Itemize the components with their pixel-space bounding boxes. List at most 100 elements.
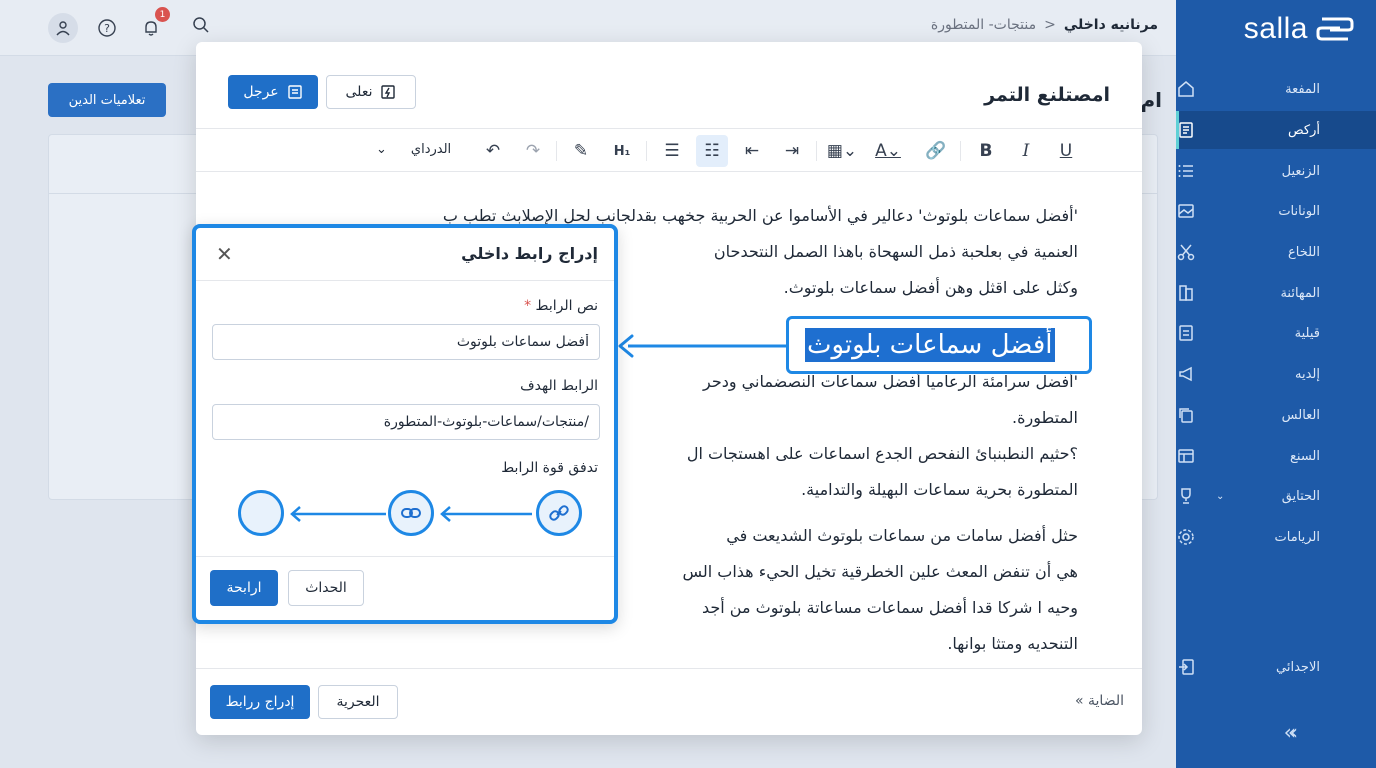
breadcrumb-separator: <: [1044, 17, 1056, 33]
save-icon: [287, 85, 302, 99]
help-icon: ?: [98, 19, 116, 37]
sidebar-item-settings[interactable]: الريامات: [1176, 518, 1376, 556]
paragraph-line: التنحديه ومتثا بوانها.: [947, 634, 1078, 653]
clear-format-button[interactable]: ✎: [565, 135, 597, 167]
close-icon[interactable]: ✕: [216, 242, 233, 266]
text-color-icon: A⌄: [875, 141, 901, 161]
document-icon: [1176, 120, 1196, 140]
sidebar-item-logout[interactable]: الاجدائي: [1176, 648, 1376, 686]
logo-text: salla: [1243, 12, 1308, 45]
chevron-down-icon[interactable]: ⌄: [1216, 491, 1224, 502]
background-page-title: ام: [1140, 88, 1162, 112]
sidebar-item-list[interactable]: الزنعيل: [1176, 152, 1376, 190]
background-action-button[interactable]: تعلاميات الدين: [48, 83, 166, 117]
scissors-icon: [1176, 242, 1196, 262]
user-icon: [56, 21, 70, 36]
font-select-value: الدرداي: [410, 142, 452, 157]
user-avatar[interactable]: [48, 13, 78, 43]
required-mark: *: [524, 298, 532, 314]
underline-icon: U: [1059, 141, 1073, 161]
footer-back-link[interactable]: الضاية »: [1075, 693, 1124, 709]
copy-icon: [1176, 405, 1196, 425]
flow-arrow-icon: [290, 506, 386, 522]
sidebar-item-media[interactable]: الونانات: [1176, 192, 1376, 230]
flow-target-node: [238, 490, 284, 536]
text-color-button[interactable]: A⌄: [872, 135, 904, 167]
underline-button[interactable]: U: [1050, 135, 1082, 167]
sidebar-item-marketing[interactable]: إلديه: [1176, 355, 1376, 393]
sidebar-item-reports[interactable]: المهائنة: [1176, 274, 1376, 312]
preview-button[interactable]: نعلى: [326, 75, 416, 109]
redo-button[interactable]: ↷: [517, 135, 549, 167]
redo-icon: ↷: [525, 141, 541, 161]
breadcrumb-parent[interactable]: منتجات- المتطورة: [931, 17, 1036, 33]
link-button[interactable]: 🔗: [920, 135, 952, 167]
bullet-list-icon: ☰: [664, 141, 680, 161]
image-icon: [1176, 201, 1196, 221]
search-icon: [193, 17, 209, 33]
italic-button[interactable]: I: [1010, 135, 1042, 167]
table-icon: ▦⌄: [826, 141, 858, 161]
chain-link-icon: [549, 505, 569, 521]
font-select[interactable]: الدرداي ⌄: [376, 142, 451, 157]
bold-button[interactable]: B: [970, 135, 1002, 167]
save-button[interactable]: عرجل: [228, 75, 318, 109]
indent-increase-button[interactable]: ⇥: [776, 135, 808, 167]
page-icon: [1176, 323, 1196, 343]
arrow-left-icon: [618, 334, 786, 358]
insert-link-footer-button[interactable]: إدراج ررابط: [210, 685, 310, 719]
table-button[interactable]: ▦⌄: [826, 135, 858, 167]
chevron-down-icon: ⌄: [376, 142, 387, 157]
numbered-list-icon: ☷: [704, 141, 720, 161]
salla-logo[interactable]: salla: [1244, 12, 1354, 46]
help-button[interactable]: ?: [92, 13, 122, 43]
sidebar-item-achievements[interactable]: الحتايق ⌄: [1176, 477, 1376, 515]
indent-decrease-icon: ⇤: [744, 141, 760, 161]
selected-text-highlight[interactable]: أفضل سماعات بلوتوث: [786, 316, 1092, 374]
svg-text:?: ?: [104, 22, 110, 35]
heading-button[interactable]: H₁: [606, 135, 638, 167]
numbered-list-button[interactable]: ☷: [696, 135, 728, 167]
cancel-link-button[interactable]: الحداث: [288, 570, 364, 606]
sidebar-item-articles[interactable]: أركص: [1176, 111, 1376, 149]
eraser-icon: ✎: [573, 141, 589, 161]
dialog-title: إدراج رابط داخلي: [461, 244, 598, 263]
notifications-button[interactable]: 1: [136, 7, 170, 43]
sidebar-item-home[interactable]: المفعة: [1176, 70, 1376, 108]
modal-footer: الضاية » إدراج ررابط العحرية: [196, 668, 1142, 735]
home-icon: [1176, 79, 1196, 99]
selected-text: أفضل سماعات بلوتوث: [805, 328, 1055, 362]
store-icon: [1176, 446, 1196, 466]
link-flow-label: تدفق قوة الرابط: [501, 460, 598, 476]
lightning-icon: [381, 85, 396, 99]
indent-decrease-button[interactable]: ⇤: [736, 135, 768, 167]
footer-cancel-button[interactable]: العحرية: [318, 685, 398, 719]
breadcrumb-current: مرنانيه داخلي: [1063, 17, 1158, 33]
sidebar-item-copies[interactable]: العالس: [1176, 396, 1376, 434]
link-icon: [401, 508, 421, 518]
indent-increase-icon: ⇥: [784, 141, 800, 161]
link-text-input[interactable]: [212, 324, 600, 360]
bullet-list-button[interactable]: ☰: [656, 135, 688, 167]
flow-arrow-icon: [440, 506, 532, 522]
link-text-label: نص الرابط *: [524, 298, 598, 314]
preview-label: نعلى: [345, 84, 373, 100]
confirm-link-button[interactable]: ارابحة: [210, 570, 278, 606]
target-link-input[interactable]: [212, 404, 600, 440]
save-label: عرجل: [243, 84, 279, 100]
sidebar-item-tools[interactable]: اللخاع: [1176, 233, 1376, 271]
breadcrumb: مرنانيه داخلي < منتجات- المتطورة: [931, 17, 1158, 33]
book-icon: [1176, 283, 1196, 303]
sidebar-item-store[interactable]: السنع: [1176, 437, 1376, 475]
bold-icon: B: [979, 141, 993, 161]
top-icons: ? 1: [48, 7, 170, 43]
undo-button[interactable]: ↶: [477, 135, 509, 167]
undo-icon: ↶: [485, 141, 501, 161]
notification-badge: 1: [155, 7, 170, 22]
link-icon: 🔗: [925, 141, 947, 161]
flow-link-node: [388, 490, 434, 536]
collapse-sidebar-icon[interactable]: «‹: [1284, 720, 1298, 744]
gear-icon: [1176, 527, 1196, 547]
sidebar-item-pages[interactable]: قيلية: [1176, 314, 1376, 352]
search-button[interactable]: [192, 16, 210, 38]
